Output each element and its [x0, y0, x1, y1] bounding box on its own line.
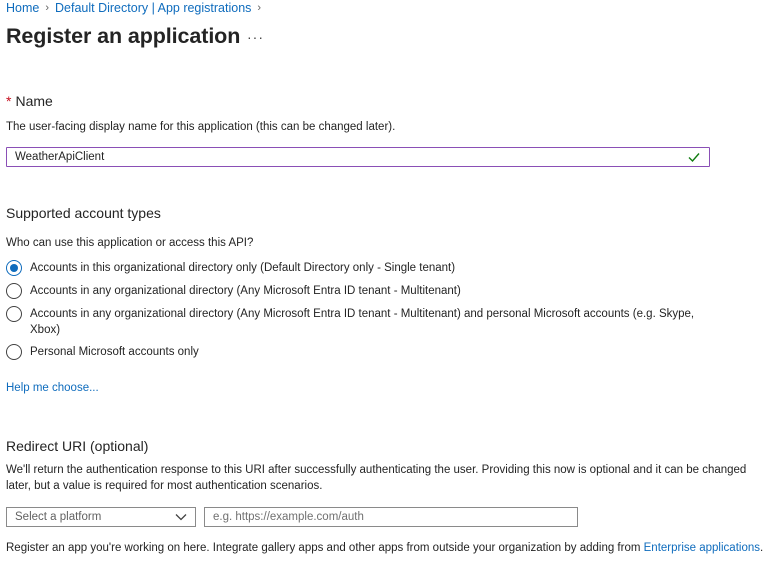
chevron-right-icon: ›	[257, 2, 262, 14]
more-options-icon[interactable]: ···	[247, 29, 264, 45]
required-marker: *	[6, 93, 12, 109]
platform-select-placeholder: Select a platform	[15, 511, 102, 523]
breadcrumb-app-registrations-link[interactable]: Default Directory | App registrations	[55, 1, 251, 15]
footer-suffix: .	[759, 542, 764, 554]
redirect-uri-input[interactable]	[204, 507, 578, 527]
footer-text: Register an app you're working on here. …	[6, 542, 763, 554]
chevron-right-icon: ›	[45, 2, 50, 14]
redirect-uri-heading: Redirect URI (optional)	[6, 438, 149, 454]
radio-button[interactable]	[6, 306, 22, 322]
account-types-heading: Supported account types	[6, 205, 161, 221]
account-type-option-single-tenant[interactable]: Accounts in this organizational director…	[6, 260, 700, 276]
radio-button[interactable]	[6, 283, 22, 299]
radio-label: Accounts in any organizational directory…	[30, 285, 461, 297]
account-type-option-multitenant-personal[interactable]: Accounts in any organizational directory…	[6, 306, 700, 338]
radio-label: Accounts in any organizational directory…	[30, 308, 695, 336]
radio-label: Accounts in this organizational director…	[30, 262, 456, 274]
footer-description: Register an app you're working on here. …	[6, 542, 644, 554]
name-help-text: The user-facing display name for this ap…	[6, 121, 396, 133]
chevron-down-icon	[175, 514, 187, 521]
page-title: Register an application	[6, 24, 241, 48]
name-label: * Name	[6, 93, 53, 109]
checkmark-icon	[688, 153, 700, 163]
breadcrumb-home-link[interactable]: Home	[6, 1, 39, 15]
name-input-value: WeatherApiClient	[15, 151, 105, 163]
radio-label: Personal Microsoft accounts only	[30, 346, 199, 358]
radio-button-selected[interactable]	[6, 260, 22, 276]
name-label-text: Name	[15, 93, 53, 109]
account-type-option-multitenant[interactable]: Accounts in any organizational directory…	[6, 283, 700, 299]
help-me-choose-link[interactable]: Help me choose...	[6, 380, 99, 396]
account-types-question: Who can use this application or access t…	[6, 237, 254, 249]
account-type-option-personal[interactable]: Personal Microsoft accounts only	[6, 344, 700, 360]
radio-button[interactable]	[6, 344, 22, 360]
breadcrumb: Home › Default Directory | App registrat…	[6, 0, 267, 16]
enterprise-applications-link[interactable]: Enterprise applications	[644, 542, 760, 554]
name-input[interactable]: WeatherApiClient	[6, 147, 710, 167]
redirect-uri-help-text: We'll return the authentication response…	[6, 464, 747, 492]
platform-select[interactable]: Select a platform	[6, 507, 196, 527]
